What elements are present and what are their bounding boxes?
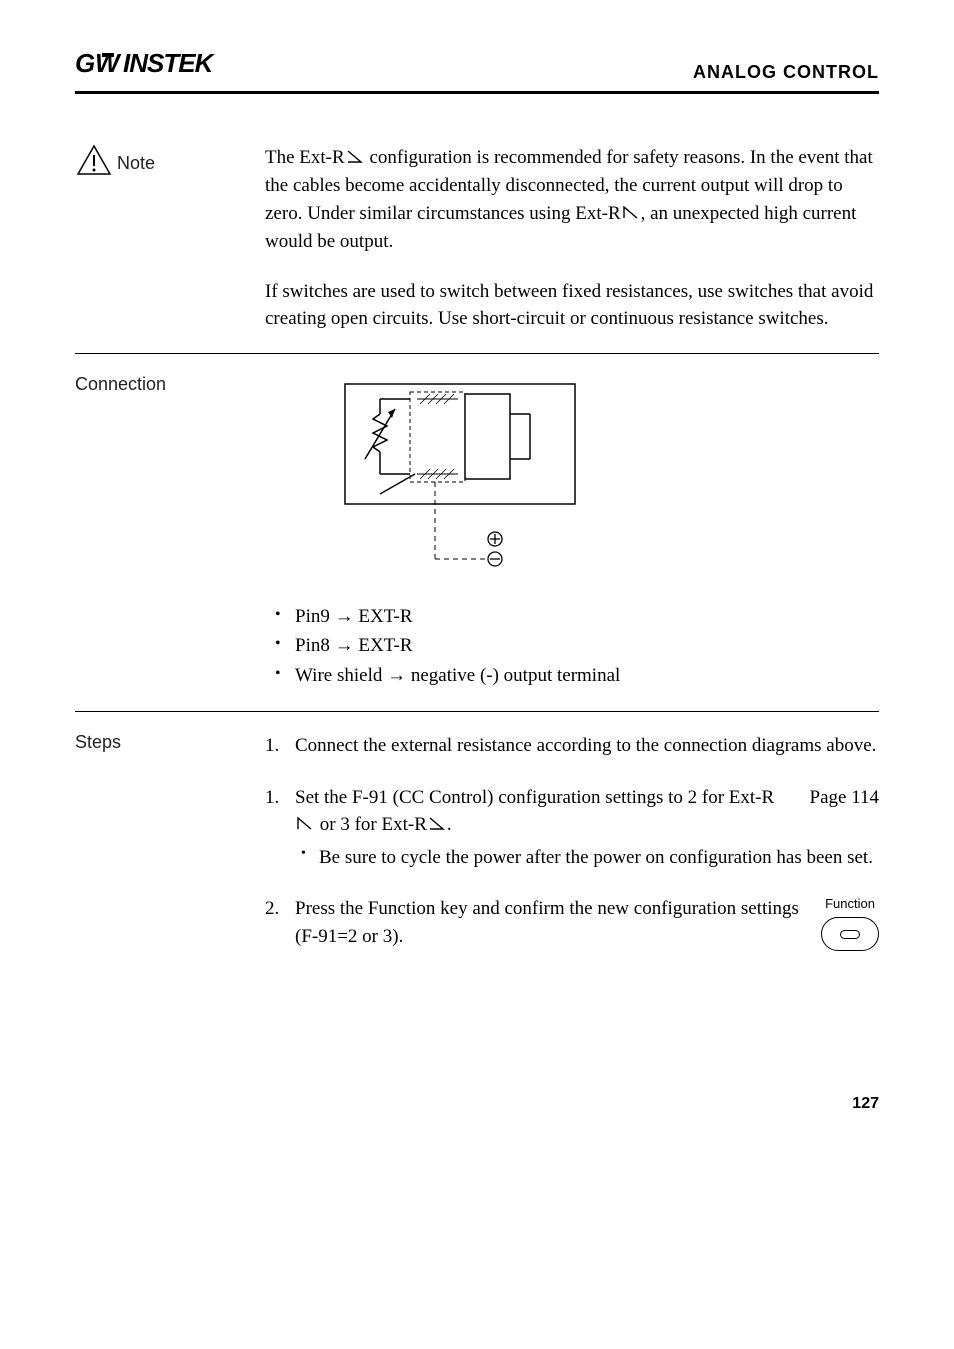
step-number: 1. — [265, 784, 295, 872]
step-item: 1. Set the F-91 (CC Control) configurati… — [265, 784, 879, 872]
warning-triangle-icon — [75, 144, 113, 183]
connection-label: Connection — [75, 374, 265, 691]
up-slope-icon — [623, 201, 639, 229]
connection-content: Pin9 → EXT-R Pin8 → EXT-R Wire shield → … — [265, 374, 879, 691]
step-item: 2. Press the Function key and confirm th… — [265, 895, 879, 951]
note-text-1a: The Ext-R — [265, 147, 345, 168]
step-sub-bullet: Be sure to cycle the power after the pow… — [319, 844, 879, 872]
down-slope-icon — [347, 145, 363, 173]
page-header: G W INSTEK ANALOG CONTROL — [75, 50, 879, 94]
svg-text:INSTEK: INSTEK — [123, 50, 216, 78]
connection-bullet: Wire shield → negative (-) output termin… — [295, 662, 879, 690]
step-body: Press the Function key and confirm the n… — [295, 895, 879, 951]
step-text-2c: . — [447, 814, 452, 835]
step-sub-bullets: Be sure to cycle the power after the pow… — [295, 844, 879, 872]
up-slope-icon — [297, 812, 313, 840]
note-para-1: The Ext-R configuration is recommended f… — [265, 144, 879, 256]
step-text-2b: or 3 for Ext-R — [315, 814, 427, 835]
note-content: The Ext-R configuration is recommended f… — [265, 144, 879, 333]
step-text: Connect the external resistance accordin… — [295, 732, 879, 760]
down-slope-icon — [429, 812, 445, 840]
brand-logo: G W INSTEK — [75, 50, 235, 85]
steps-label: Steps — [75, 732, 265, 975]
step-text: Set the F-91 (CC Control) configuration … — [295, 784, 790, 840]
step-text-2a: Set the F-91 (CC Control) configuration … — [295, 787, 774, 808]
note-label-text: Note — [117, 153, 155, 174]
page-number: 127 — [75, 1095, 879, 1113]
divider — [75, 353, 879, 354]
step-number: 1. — [265, 732, 295, 760]
divider — [75, 711, 879, 712]
connection-bullet: Pin8 → EXT-R — [295, 632, 879, 660]
function-key-graphic: Function — [821, 895, 879, 951]
steps-section: Steps 1. Connect the external resistance… — [75, 732, 879, 975]
note-section: Note The Ext-R configuration is recommen… — [75, 144, 879, 333]
step-text: Press the Function key and confirm the n… — [295, 895, 821, 950]
connection-section: Connection — [75, 374, 879, 691]
connection-diagram — [335, 374, 879, 593]
steps-content: 1. Connect the external resistance accor… — [265, 732, 879, 975]
step-number: 2. — [265, 895, 295, 951]
note-label-col: Note — [75, 144, 265, 333]
section-title: ANALOG CONTROL — [693, 62, 879, 83]
connection-bullets: Pin9 → EXT-R Pin8 → EXT-R Wire shield → … — [265, 603, 879, 690]
page-reference: Page 114 — [810, 784, 879, 812]
step-body: Set the F-91 (CC Control) configuration … — [295, 784, 879, 872]
connection-bullet: Pin9 → EXT-R — [295, 603, 879, 631]
function-button-icon — [821, 917, 879, 951]
svg-text:G: G — [75, 50, 95, 78]
step-item: 1. Connect the external resistance accor… — [265, 732, 879, 760]
function-key-label: Function — [821, 895, 879, 914]
note-para-2: If switches are used to switch between f… — [265, 278, 879, 333]
